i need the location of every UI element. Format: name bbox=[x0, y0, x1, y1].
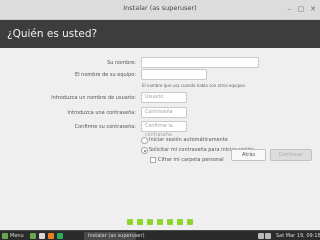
progress-step-1 bbox=[127, 219, 133, 225]
progress-step-5 bbox=[167, 219, 173, 225]
encrypt-home-label: Cifrar mi carpeta personal bbox=[158, 157, 224, 163]
username-label: Introduzca un nombre de usuario: bbox=[51, 95, 136, 101]
maximize-icon[interactable]: ▢ bbox=[297, 5, 305, 13]
progress-step-3 bbox=[147, 219, 153, 225]
menu-icon[interactable] bbox=[2, 233, 8, 239]
progress-step-4 bbox=[157, 219, 163, 225]
progress-step-7 bbox=[187, 219, 193, 225]
progress-step-6 bbox=[177, 219, 183, 225]
files-icon[interactable] bbox=[57, 233, 63, 239]
auto-login-label: Iniciar sesión automáticamente bbox=[149, 137, 228, 143]
terminal-icon[interactable] bbox=[39, 233, 45, 239]
volume-icon[interactable] bbox=[265, 233, 271, 239]
confirm-password-label: Confirme su contraseña: bbox=[74, 124, 136, 130]
menu-button[interactable]: Menu bbox=[10, 232, 24, 240]
page-header: ¿Quién es usted? bbox=[0, 20, 320, 48]
back-button[interactable]: Atrás bbox=[231, 149, 266, 161]
progress-indicator bbox=[0, 210, 320, 225]
password-label: Introduzca una contraseña: bbox=[67, 110, 136, 116]
computer-name-field[interactable] bbox=[141, 69, 207, 80]
require-password-radio[interactable] bbox=[141, 147, 148, 154]
page-title: ¿Quién es usted? bbox=[7, 28, 98, 40]
computer-name-label: El nombre de su equipo: bbox=[75, 72, 136, 78]
taskbar: Menu Instalar (as superuser) Sat Mar 19,… bbox=[0, 230, 320, 240]
auto-login-radio[interactable] bbox=[141, 137, 148, 144]
confirm-password-field[interactable]: Confirme la contraseña bbox=[141, 121, 187, 138]
name-field[interactable] bbox=[141, 57, 259, 68]
minimize-icon[interactable]: – bbox=[285, 5, 293, 13]
password-field[interactable]: Contraseña bbox=[141, 107, 187, 118]
close-icon[interactable]: ✕ bbox=[309, 5, 317, 13]
computer-name-hint: El nombre que usa cuando habla con otros… bbox=[142, 83, 246, 88]
encrypt-home-checkbox[interactable] bbox=[150, 157, 156, 163]
network-icon[interactable] bbox=[258, 233, 264, 239]
progress-step-2 bbox=[137, 219, 143, 225]
clock: Sat Mar 19, 09:18 bbox=[276, 233, 320, 239]
name-label: Su nombre: bbox=[107, 60, 136, 66]
continue-button[interactable]: Continuar bbox=[270, 149, 312, 161]
installer-window: Instalar (as superuser) – ▢ ✕ ¿Quién es … bbox=[0, 0, 320, 230]
window-title: Instalar (as superuser) bbox=[123, 4, 197, 12]
taskbar-active-app-label: Instalar (as superuser) bbox=[88, 233, 145, 239]
title-bar[interactable]: Instalar (as superuser) – ▢ ✕ bbox=[0, 0, 320, 20]
show-desktop-icon[interactable] bbox=[30, 233, 36, 239]
firefox-icon[interactable] bbox=[48, 233, 54, 239]
username-field[interactable]: Usuario bbox=[141, 92, 187, 103]
user-form: Su nombre: El nombre de su equipo: El no… bbox=[0, 50, 320, 200]
